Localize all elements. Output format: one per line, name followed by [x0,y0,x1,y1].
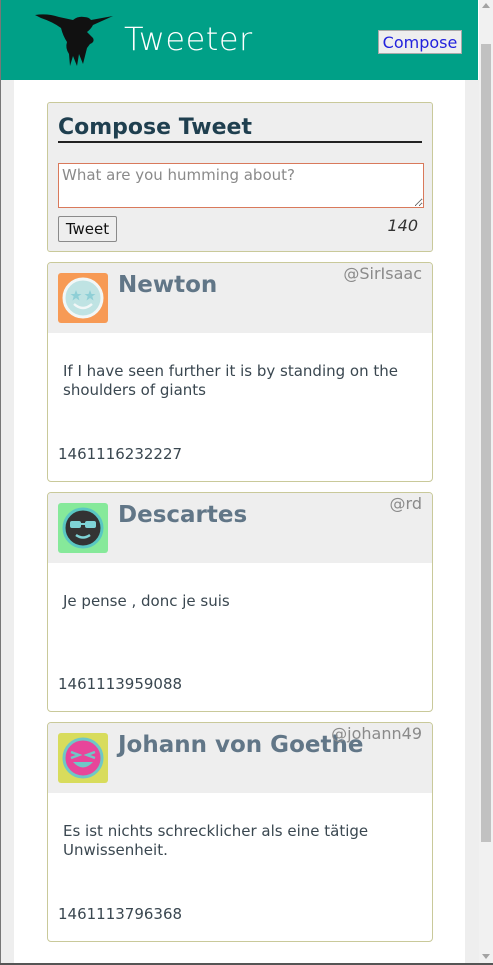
star-eyes-face-icon [58,273,108,323]
tweet-header: Newton @SirIsaac [48,263,432,333]
tweet-text: Es ist nichts schrecklicher als eine tät… [63,822,369,859]
scroll-up-arrow-icon[interactable] [482,3,490,8]
compose-button[interactable]: Compose [378,30,462,54]
tweet-author-handle: @johann49 [331,724,422,743]
tweet-timestamp: 1461113959088 [58,675,183,693]
app-header: Tweeter Compose [1,0,478,80]
tweet-author-handle: @SirIsaac [343,264,422,283]
left-gutter [1,80,14,963]
tweet-card: Newton @SirIsaac If I have seen further … [47,262,433,482]
tweet-card: Descartes @rd Je pense , donc je suis 14… [47,492,433,712]
hummingbird-logo-icon [35,14,113,66]
laughing-face-icon [58,733,108,783]
sunglasses-face-icon [58,503,108,553]
app-title: Tweeter [124,20,253,58]
vertical-scrollbar[interactable] [479,0,493,963]
tweet-text: If I have seen further it is by standing… [63,362,398,399]
char-counter: 140 [387,216,418,235]
compose-title: Compose Tweet [58,115,422,143]
tweet-author-handle: @rd [389,494,422,513]
compose-panel: Compose Tweet Tweet 140 [47,102,433,252]
tweet-header: Johann von Goethe @johann49 [48,723,432,793]
tweet-timestamp: 1461116232227 [58,445,183,463]
tweet-card: Johann von Goethe @johann49 Es ist nicht… [47,722,433,942]
tweet-submit-button[interactable]: Tweet [58,216,117,242]
tweet-textarea[interactable] [58,163,424,208]
scrollbar-thumb[interactable] [481,44,491,842]
tweet-author-name: Newton [118,272,218,298]
tweet-timestamp: 1461113796368 [58,905,183,923]
right-gutter [465,80,479,963]
tweet-header: Descartes @rd [48,493,432,563]
tweet-text: Je pense , donc je suis [63,592,230,610]
tweet-author-name: Johann von Goethe [118,732,364,758]
tweet-author-name: Descartes [118,502,248,528]
scroll-down-arrow-icon[interactable] [482,954,490,959]
